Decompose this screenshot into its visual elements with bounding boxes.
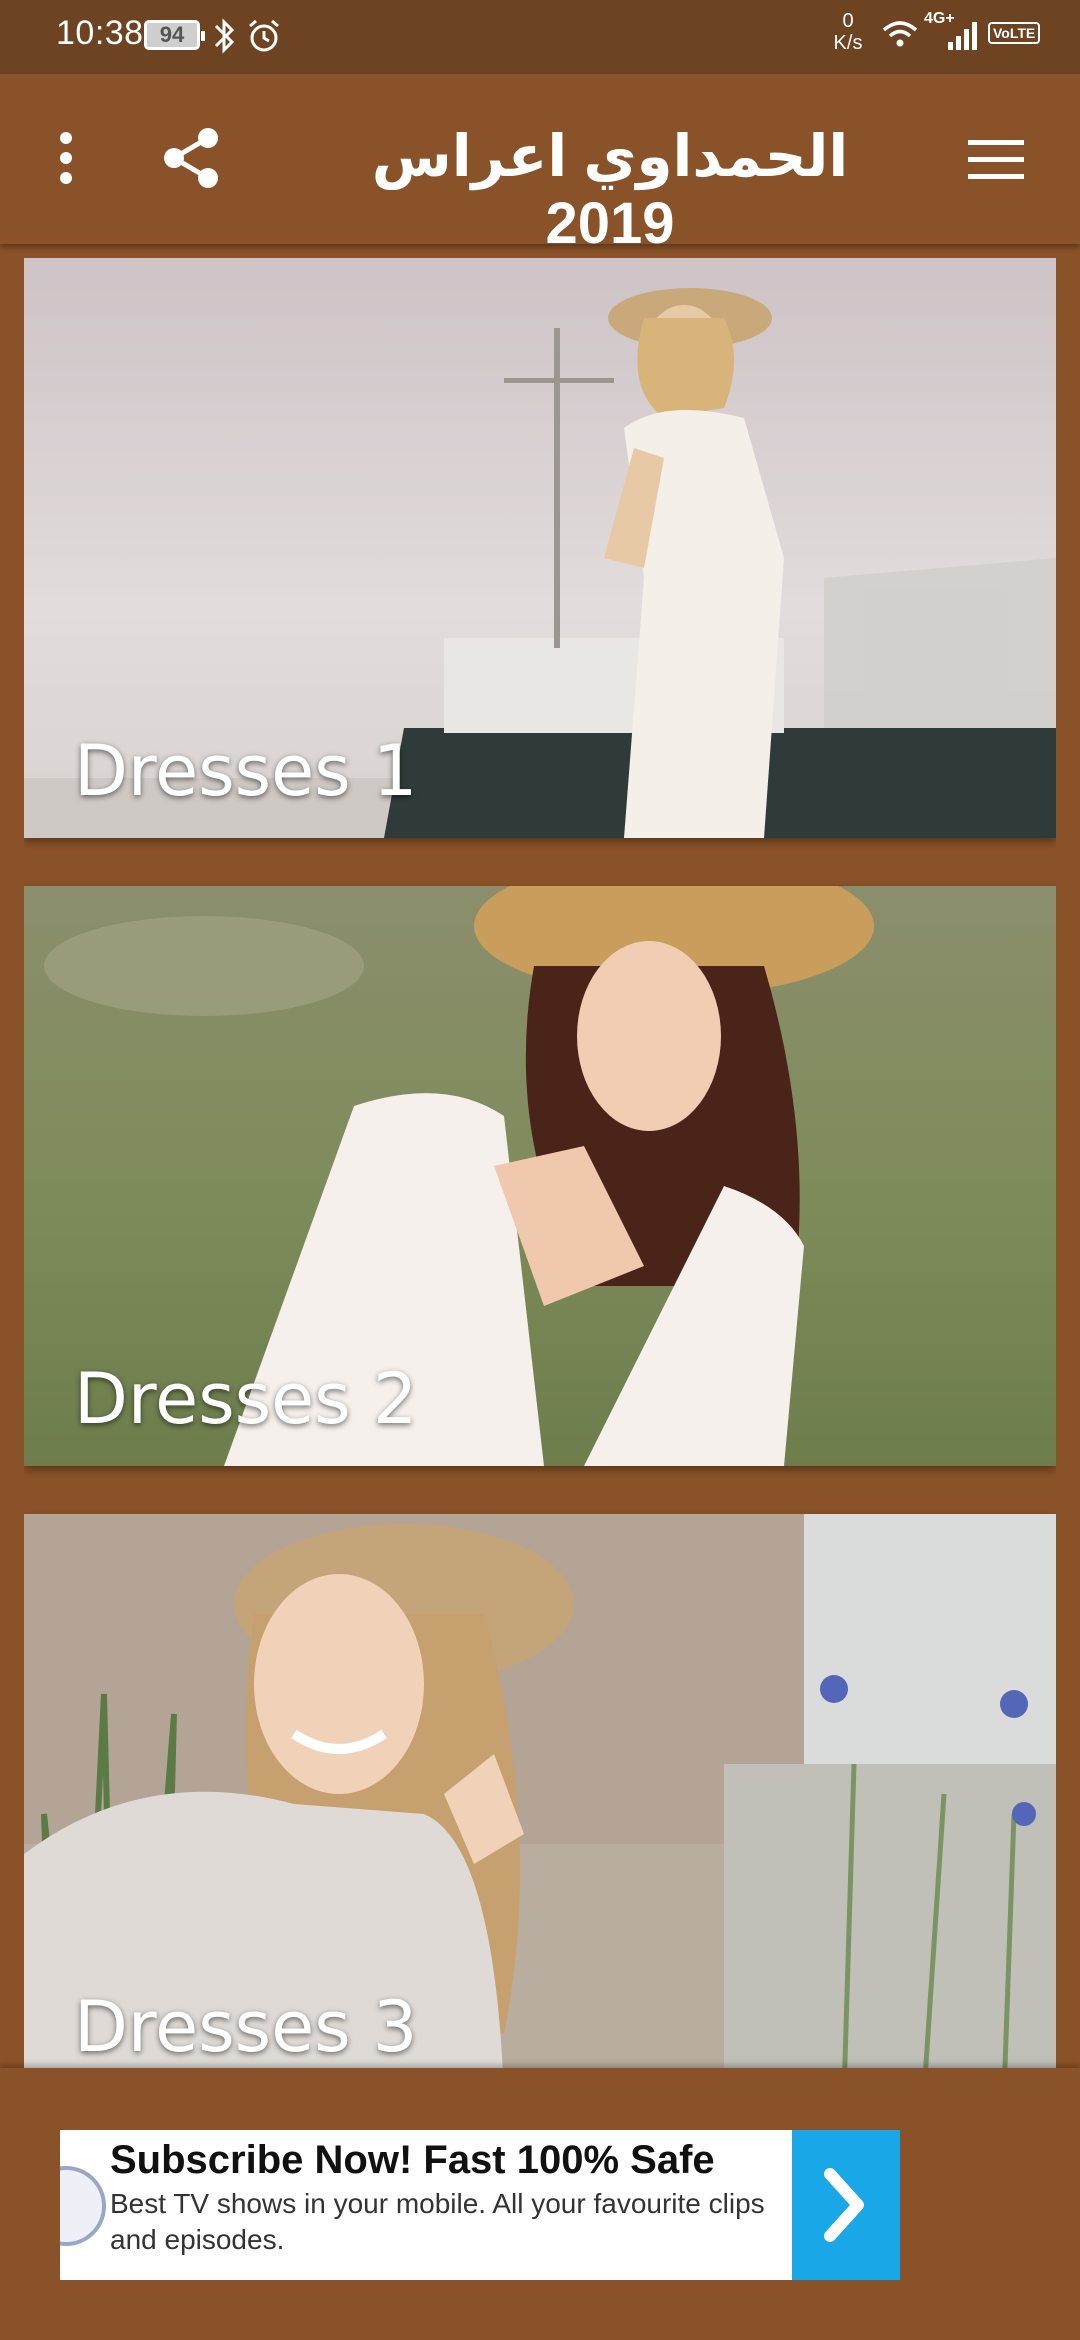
ad-headline: Subscribe Now! Fast 100% Safe [110, 2138, 715, 2182]
net-speed-value: 0 [842, 10, 854, 32]
status-bar: 10:38 94 0 K/s 4G+ VoLTE [0, 0, 1080, 74]
net-speed: 0 K/s [826, 10, 870, 54]
more-vert-icon [60, 132, 72, 184]
category-card-1[interactable]: Dresses 1 [24, 258, 1056, 838]
category-list[interactable]: Dresses 1 Dresses 2 Dresses 3 [24, 258, 1056, 2068]
bluetooth-icon [210, 16, 238, 61]
ad-container: Subscribe Now! Fast 100% Safe Best TV sh… [0, 2068, 1080, 2340]
category-card-2[interactable]: Dresses 2 [24, 886, 1056, 1466]
hamburger-menu-icon [968, 140, 1024, 179]
card-3-title: Dresses 3 [74, 1986, 418, 2068]
category-card-3[interactable]: Dresses 3 [24, 1514, 1056, 2068]
ad-banner[interactable]: Subscribe Now! Fast 100% Safe Best TV sh… [60, 2130, 900, 2280]
card-1-title: Dresses 1 [74, 730, 418, 812]
share-button[interactable] [160, 126, 224, 190]
net-speed-unit: K/s [833, 32, 863, 54]
card-3-photo [24, 1514, 1056, 2068]
app-bar: الحمداوي اعراس 2019 [0, 74, 1080, 256]
ad-cta-button[interactable] [792, 2130, 900, 2280]
card-2-title: Dresses 2 [74, 1358, 418, 1440]
navigation-drawer-button[interactable] [966, 136, 1026, 184]
overflow-menu-button[interactable] [44, 126, 88, 190]
chevron-right-icon [824, 2168, 864, 2242]
ad-body: Best TV shows in your mobile. All your f… [110, 2188, 765, 2255]
share-icon [164, 128, 218, 188]
advertiser-logo [60, 2166, 106, 2246]
alarm-clock-icon [244, 16, 284, 61]
volte-badge: VoLTE [988, 22, 1041, 44]
status-time: 10:38 [56, 14, 144, 52]
signal-strength-icon [946, 16, 980, 61]
app-title: الحمداوي اعراس 2019 [371, 124, 849, 256]
wifi-icon [880, 16, 920, 61]
battery-indicator: 94 [144, 20, 205, 50]
